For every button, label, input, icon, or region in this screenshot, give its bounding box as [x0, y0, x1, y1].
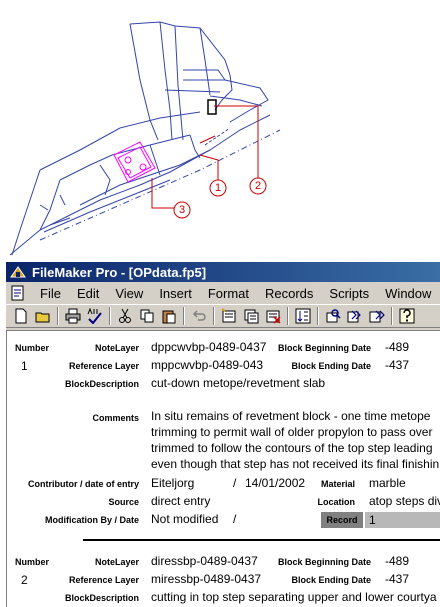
label-block-ending-date: Block Ending Date: [291, 361, 371, 371]
record-divider: [83, 539, 440, 541]
label-location: Location: [317, 497, 356, 507]
sort-icon[interactable]: [292, 306, 314, 326]
cut-icon[interactable]: [114, 306, 136, 326]
duplicate-record-icon[interactable]: [240, 306, 262, 326]
spellcheck-icon[interactable]: [84, 306, 106, 326]
label-number: Number: [15, 557, 50, 567]
label-reference-layer: Reference Layer: [68, 361, 139, 371]
toolbar-separator: [213, 307, 215, 325]
paste-icon[interactable]: [158, 306, 180, 326]
record-1-modification-separator: /: [233, 512, 237, 526]
menu-bar: File Edit View Insert Format Records Scr…: [6, 282, 440, 304]
menu-file[interactable]: File: [32, 286, 69, 301]
new-icon[interactable]: [10, 306, 32, 326]
window-title: FileMaker Pro - [OPdata.fp5]: [32, 264, 207, 280]
record-1-modification[interactable]: Not modified: [151, 512, 218, 526]
record-1-number[interactable]: 1: [21, 359, 28, 373]
record-2-block-ending-date[interactable]: -437: [385, 572, 409, 586]
new-record-icon[interactable]: [218, 306, 240, 326]
record-1-comment-line[interactable]: even though that step has not received i…: [151, 457, 439, 471]
record-1-comment-line[interactable]: In situ remains of revetment block - one…: [151, 409, 430, 423]
cad-drawing-canvas: 1 2 3: [9, 21, 281, 256]
record-1-record-field[interactable]: 1: [365, 512, 440, 528]
record-1-date-separator: /: [233, 476, 237, 490]
window-titlebar[interactable]: FileMaker Pro - [OPdata.fp5]: [6, 262, 440, 282]
cad-drawing: 1 2 3: [0, 0, 440, 262]
toolbar: [6, 304, 440, 328]
record-1-comment-line[interactable]: trimming to permit wall of older propylo…: [151, 425, 432, 439]
toolbar-separator: [317, 307, 319, 325]
toolbar-separator: [391, 307, 393, 325]
record-1-material[interactable]: marble: [369, 476, 406, 490]
copy-icon[interactable]: [136, 306, 158, 326]
label-block-description: BlockDescription: [64, 379, 139, 389]
label-material: Material: [320, 479, 355, 489]
callout-1-label: 1: [215, 182, 221, 194]
label-note-layer: NoteLayer: [94, 343, 139, 353]
toolbar-separator: [109, 307, 111, 325]
filemaker-app-icon: [10, 266, 26, 278]
record-1-contributor[interactable]: Eiteljorg: [151, 476, 194, 490]
label-contributor: Contributor / date of entry: [28, 479, 139, 489]
menu-insert[interactable]: Insert: [151, 286, 200, 301]
record-2-block-beginning-date[interactable]: -489: [385, 554, 409, 568]
undo-icon[interactable]: [188, 306, 210, 326]
menu-records[interactable]: Records: [257, 286, 321, 301]
label-block-beginning-date: Block Beginning Date: [277, 343, 371, 353]
toolbar-separator: [287, 307, 289, 325]
menu-window[interactable]: Window: [377, 286, 439, 301]
record-2-number[interactable]: 2: [21, 573, 28, 587]
label-block-description: BlockDescription: [64, 593, 139, 603]
label-comments: Comments: [92, 413, 139, 423]
record-2-block-description[interactable]: cutting in top step separating upper and…: [151, 590, 437, 604]
label-note-layer: NoteLayer: [94, 557, 139, 567]
callout-3-label: 3: [179, 204, 185, 216]
menu-edit[interactable]: Edit: [69, 286, 107, 301]
label-source: Source: [108, 497, 139, 507]
label-modification: Modification By / Date: [44, 515, 139, 525]
record-1-block-description[interactable]: cut-down metope/revetment slab: [151, 376, 325, 390]
menu-view[interactable]: View: [107, 286, 151, 301]
records-area: Number 1 NoteLayer dppcwvbp-0489-0437 Re…: [6, 330, 440, 607]
record-2-note-layer[interactable]: diressbp-0489-0437: [151, 554, 258, 568]
record-1-block-beginning-date[interactable]: -489: [385, 340, 409, 354]
toolbar-separator: [183, 307, 185, 325]
filemaker-window: FileMaker Pro - [OPdata.fp5] File Edit V…: [4, 262, 440, 607]
replace-icon[interactable]: [344, 306, 366, 326]
menu-format[interactable]: Format: [200, 286, 257, 301]
print-icon[interactable]: [62, 306, 84, 326]
find-icon[interactable]: [322, 306, 344, 326]
record-2-reference-layer[interactable]: miressbp-0489-0437: [151, 572, 261, 586]
label-block-beginning-date: Block Beginning Date: [277, 557, 371, 567]
record-1-block-ending-date[interactable]: -437: [385, 358, 409, 372]
callout-2-label: 2: [255, 180, 261, 192]
record-1-location[interactable]: atop steps div: [369, 494, 440, 508]
record-1-source[interactable]: direct entry: [151, 494, 210, 508]
omit-icon[interactable]: [366, 306, 388, 326]
document-icon[interactable]: [10, 285, 26, 301]
delete-record-icon[interactable]: [262, 306, 284, 326]
label-reference-layer: Reference Layer: [68, 575, 139, 585]
label-block-ending-date: Block Ending Date: [291, 575, 371, 585]
help-icon[interactable]: [396, 306, 418, 326]
toolbar-separator: [57, 307, 59, 325]
record-1-comment-line[interactable]: trimmed to follow the contours of the to…: [151, 441, 433, 455]
menu-scripts[interactable]: Scripts: [321, 286, 377, 301]
label-record: Record: [321, 512, 363, 528]
open-icon[interactable]: [32, 306, 54, 326]
label-number: Number: [15, 343, 50, 353]
